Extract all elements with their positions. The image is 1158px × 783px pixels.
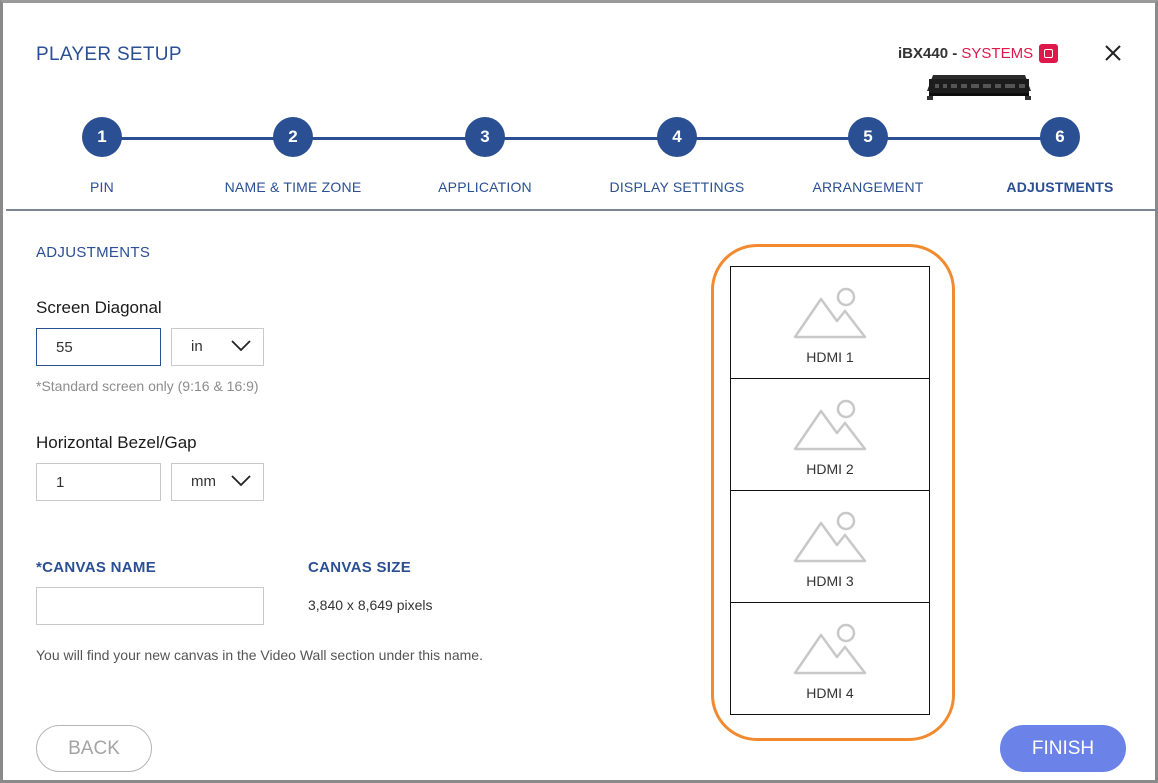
step-number: 2 [273,117,313,157]
chevron-down-icon [231,340,251,352]
screen-tile: HDMI 1 [730,266,930,379]
image-placeholder-icon [793,623,867,675]
device-os: SYSTEMS [961,45,1034,62]
bezel-input[interactable] [36,463,161,501]
step-label: NAME & TIME ZONE [224,179,362,195]
header-divider [6,209,1158,211]
canvas-size-value: 3,840 x 8,649 pixels [308,597,433,613]
screen-tile: HDMI 4 [730,602,930,715]
finish-button[interactable]: FINISH [1000,725,1126,772]
device-separator: - [948,45,962,62]
screen-tile: HDMI 2 [730,378,930,491]
bezel-unit-select[interactable]: mm [171,463,264,501]
close-icon[interactable] [1101,41,1125,65]
bezel-label: Horizontal Bezel/Gap [36,433,197,452]
canvas-name-label: *CANVAS NAME [36,559,156,576]
selected-unit: in [191,338,203,355]
canvas-note: You will find your new canvas in the Vid… [36,647,483,663]
back-button[interactable]: BACK [36,725,152,772]
image-placeholder-icon [793,287,867,339]
step-number: 3 [465,117,505,157]
step-application[interactable]: 3 APPLICATION [395,116,575,195]
step-arrangement[interactable]: 5 ARRANGEMENT [778,116,958,195]
canvas-name-input[interactable] [36,587,264,625]
step-number: 1 [82,117,122,157]
step-name-time-zone[interactable]: 2 NAME & TIME ZONE [203,116,383,195]
step-label: DISPLAY SETTINGS [609,179,745,195]
step-pin[interactable]: 1 PIN [12,116,192,195]
screen-label: HDMI 1 [806,349,854,365]
device-model: iBX440 [898,45,949,62]
setup-stepper: 1 PIN 2 NAME & TIME ZONE 3 APPLICATION 4… [3,116,1158,196]
step-label: ARRANGEMENT [812,179,924,195]
screen-label: HDMI 3 [806,573,854,589]
step-number: 6 [1040,117,1080,157]
screen-tile: HDMI 3 [730,490,930,603]
device-info: iBX440 - SYSTEMS [898,45,1033,62]
player-setup-dialog: PLAYER SETUP iBX440 - SYSTEMS 1 PIN 2 NA… [0,0,1158,783]
screen-diagonal-label: Screen Diagonal [36,298,162,317]
dialog-title: PLAYER SETUP [36,44,182,65]
image-placeholder-icon [793,511,867,563]
image-placeholder-icon [793,399,867,451]
systems-icon [1039,44,1058,63]
step-number: 4 [657,117,697,157]
step-label: PIN [90,179,114,195]
section-title: ADJUSTMENTS [36,244,151,261]
canvas-size-label: CANVAS SIZE [308,559,412,576]
step-display-settings[interactable]: 4 DISPLAY SETTINGS [587,116,767,195]
screen-diagonal-input[interactable] [36,328,161,366]
screen-diagonal-hint: *Standard screen only (9:16 & 16:9) [36,378,259,394]
step-label: ADJUSTMENTS [1006,179,1114,195]
step-label: APPLICATION [438,179,532,195]
screen-label: HDMI 2 [806,461,854,477]
step-number: 5 [848,117,888,157]
screen-label: HDMI 4 [806,685,854,701]
selected-unit: mm [191,473,216,490]
screen-diagonal-unit-select[interactable]: in [171,328,264,366]
device-image [927,75,1031,100]
step-adjustments[interactable]: 6 ADJUSTMENTS [970,116,1150,195]
chevron-down-icon [231,475,251,487]
video-wall-preview: HDMI 1 HDMI 2 HDMI 3 HDMI 4 [730,266,930,716]
